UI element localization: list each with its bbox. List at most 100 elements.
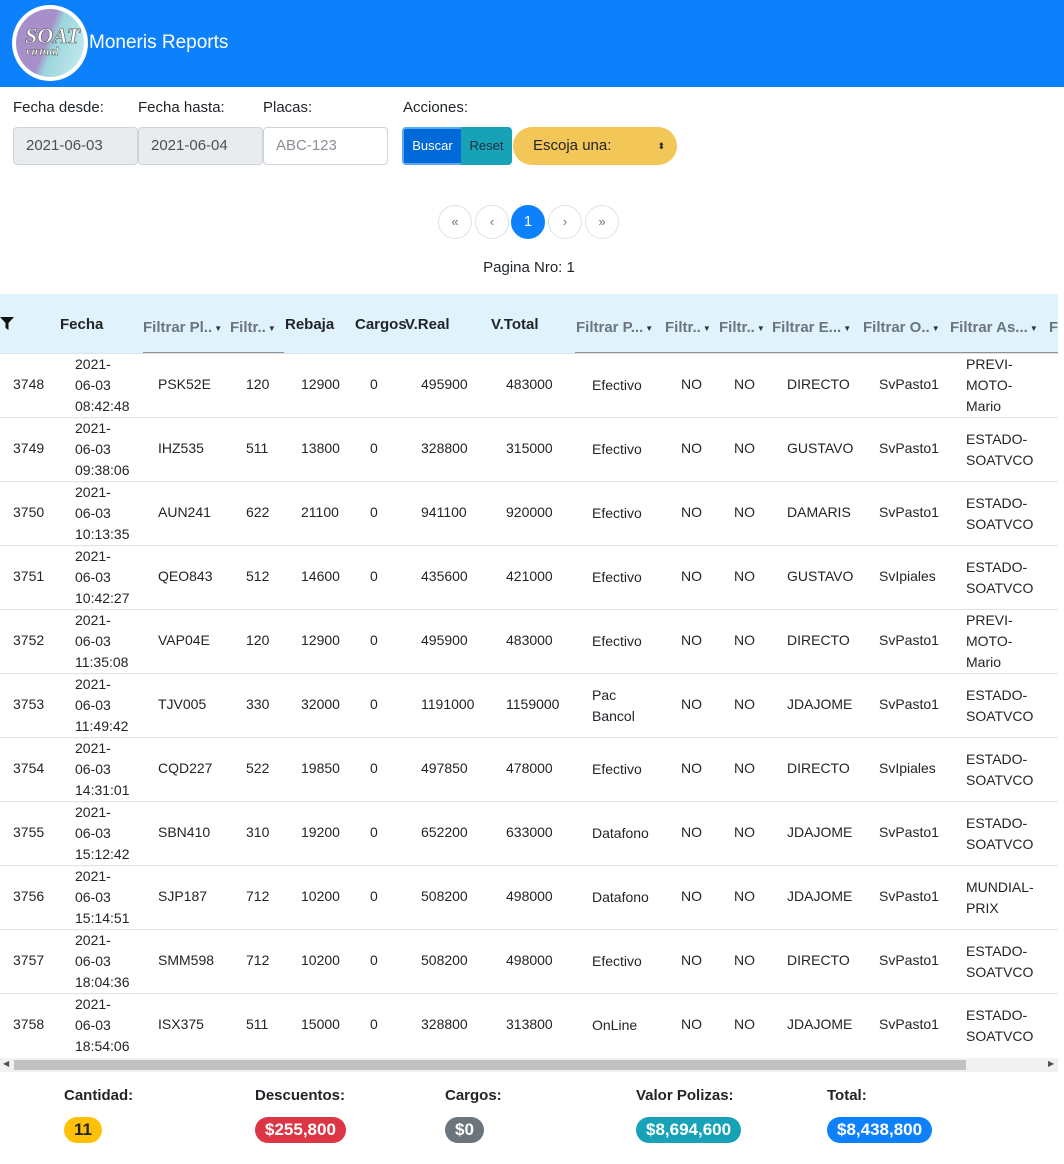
header-filter-oficina[interactable]: Filtrar O.. ▼ — [863, 319, 940, 336]
placas-input[interactable]: ABC-123 — [263, 127, 388, 165]
brand-title[interactable]: Moneris Reports — [89, 32, 228, 54]
fecha-desde-input[interactable]: 2021-06-03 — [13, 127, 138, 165]
filter-icon[interactable] — [0, 317, 14, 330]
cell-pago-line: Datafono — [592, 825, 649, 841]
table-row[interactable]: 3751 2021- 06-03 10:42:27 QEO843 512 14600 0 435… — [0, 545, 1058, 609]
acciones-select[interactable]: Escoja una: ⬍ — [513, 127, 677, 165]
header-filter-asesor[interactable]: Filtrar As... ▼ — [950, 319, 1038, 336]
fecha-hasta-input[interactable]: 2021-06-04 — [138, 127, 263, 165]
buscar-button[interactable]: Buscar — [402, 127, 463, 165]
header-filter-placa[interactable]: Filtrar Pl.. ▼ — [143, 319, 222, 336]
table-row[interactable]: 3749 2021- 06-03 09:38:06 IHZ535 511 13800 0 328… — [0, 417, 1058, 481]
cell-fecha-line: 10:42:27 — [75, 590, 130, 606]
cell-fecha-line: 15:14:51 — [75, 910, 130, 926]
header-vtotal[interactable]: V.Total — [491, 316, 539, 333]
cell-cargos: 0 — [370, 376, 378, 392]
header-filter-col9[interactable]: Filtr.. ▼ — [665, 319, 711, 336]
cell-fecha-line: 06-03 — [75, 633, 111, 649]
header-fecha[interactable]: Fecha — [60, 316, 103, 333]
scrollbar-thumb[interactable] — [14, 1060, 966, 1070]
pagination-prev-button[interactable]: ‹ — [475, 205, 509, 239]
pagination-next-button[interactable]: › — [548, 205, 582, 239]
cell-rebaja: 19200 — [301, 824, 340, 840]
cell-fecha: 2021- 06-03 14:31:01 — [75, 738, 130, 801]
pagination-last-button[interactable]: » — [585, 205, 619, 239]
reset-button[interactable]: Reset — [461, 127, 512, 165]
cell-vreal: 435600 — [421, 568, 468, 584]
cell-fecha: 2021- 06-03 08:42:48 — [75, 354, 130, 417]
table-row[interactable]: 3750 2021- 06-03 10:13:35 AUN241 622 21100 0 941… — [0, 481, 1058, 545]
header-filter-col10[interactable]: Filtr.. ▼ — [719, 319, 765, 336]
cell-asesor: PREVI- MOTO- Mario — [966, 354, 1013, 417]
cell-vreal: 497850 — [421, 760, 468, 776]
cell-pago: Efectivo — [592, 375, 642, 396]
cell-fecha-line: 2021- — [75, 548, 111, 564]
cell-empleado: JDAJOME — [787, 1016, 853, 1032]
cell-cargos: 0 — [370, 504, 378, 520]
logo-image: SOAT virtual — [16, 9, 84, 77]
cell-asesor-line: Mario — [966, 654, 1002, 670]
cell-asesor-line: SOATVCO — [966, 772, 1034, 788]
scroll-right-icon[interactable]: ▶ — [1048, 1059, 1054, 1068]
table-row[interactable]: 3755 2021- 06-03 15:12:42 SBN410 310 19200 0 652… — [0, 801, 1058, 865]
cell-vtotal: 478000 — [506, 760, 553, 776]
table-row[interactable]: 3748 2021- 06-03 08:42:48 PSK52E 120 12900 0 495… — [0, 353, 1058, 417]
cell-vtotal: 483000 — [506, 632, 553, 648]
horizontal-scrollbar[interactable]: ◀ ▶ — [0, 1058, 1058, 1072]
table-row[interactable]: 3757 2021- 06-03 18:04:36 SMM598 712 10200 0 508… — [0, 929, 1058, 993]
header-cargos[interactable]: Cargos — [355, 316, 407, 333]
total-badge: $8,438,800 — [827, 1117, 933, 1143]
cell-fecha-line: 2021- — [75, 868, 111, 884]
header-filter-pago[interactable]: Filtrar P... ▼ — [576, 319, 653, 336]
cell-col10: NO — [734, 760, 755, 776]
table-row[interactable]: 3752 2021- 06-03 11:35:08 VAP04E 120 12900 0 495… — [0, 609, 1058, 673]
cell-placa: SBN410 — [158, 824, 211, 840]
cell-col9: NO — [681, 568, 702, 584]
cell-fecha-line: 2021- — [75, 612, 111, 628]
table-row[interactable]: 3754 2021- 06-03 14:31:01 CQD227 522 19850 0 497… — [0, 737, 1058, 801]
cell-placa: CQD227 — [158, 760, 213, 776]
cell-pago: OnLine — [592, 1015, 637, 1036]
scroll-left-icon[interactable]: ◀ — [3, 1059, 9, 1068]
cell-asesor-line: MOTO- — [966, 377, 1013, 393]
cell-vtotal: 920000 — [506, 504, 553, 520]
cell-col3: 512 — [246, 568, 270, 584]
cell-fecha-line: 14:31:01 — [75, 782, 130, 798]
pagination-first-button[interactable]: « — [438, 205, 472, 239]
acciones-select-value: Escoja una: — [533, 137, 612, 154]
cell-pago: Efectivo — [592, 439, 642, 460]
header-filter-col9-label: Filtr.. — [665, 319, 701, 336]
cell-col9: NO — [681, 696, 702, 712]
cell-col10: NO — [734, 1016, 755, 1032]
cell-pago: Efectivo — [592, 567, 642, 588]
header-filter-empleado[interactable]: Filtrar E... ▼ — [772, 319, 851, 336]
header-filter-col3[interactable]: Filtr.. ▼ — [230, 319, 276, 336]
cell-col9: NO — [681, 440, 702, 456]
table-row[interactable]: 3758 2021- 06-03 18:54:06 ISX375 511 15000 0 328… — [0, 993, 1058, 1057]
table-row[interactable]: 3753 2021- 06-03 11:49:42 TJV005 330 32000 0 119… — [0, 673, 1058, 737]
cell-asesor: ESTADO- SOATVCO — [966, 1005, 1033, 1047]
header-filter-extra[interactable]: Fi — [1049, 319, 1058, 336]
cell-pago: Efectivo — [592, 951, 642, 972]
cell-col3: 310 — [246, 824, 270, 840]
cell-asesor-line: SOATVCO — [966, 580, 1034, 596]
cell-col3: 330 — [246, 696, 270, 712]
cell-col3: 522 — [246, 760, 270, 776]
cell-oficina: SvPasto1 — [879, 696, 939, 712]
cell-rebaja: 12900 — [301, 632, 340, 648]
cell-fecha-line: 2021- — [75, 996, 111, 1012]
cell-vreal: 652200 — [421, 824, 468, 840]
cell-fecha: 2021- 06-03 15:14:51 — [75, 866, 130, 929]
cell-empleado: DIRECTO — [787, 376, 850, 392]
header-vreal[interactable]: V.Real — [405, 316, 449, 333]
table-row[interactable]: 3756 2021- 06-03 15:14:51 SJP187 712 10200 0 508… — [0, 865, 1058, 929]
dropdown-icon: ▼ — [702, 323, 711, 333]
cell-fecha-line: 2021- — [75, 484, 111, 500]
cell-col9: NO — [681, 632, 702, 648]
header-filter-pago-label: Filtrar P... — [576, 319, 644, 336]
brand-logo[interactable]: SOAT virtual — [12, 5, 88, 81]
pagination-page-1[interactable]: 1 — [511, 205, 545, 239]
valor-polizas-label: Valor Polizas: — [636, 1087, 734, 1104]
header-rebaja[interactable]: Rebaja — [285, 316, 334, 333]
navbar: SOAT virtual Moneris Reports — [0, 0, 1064, 87]
